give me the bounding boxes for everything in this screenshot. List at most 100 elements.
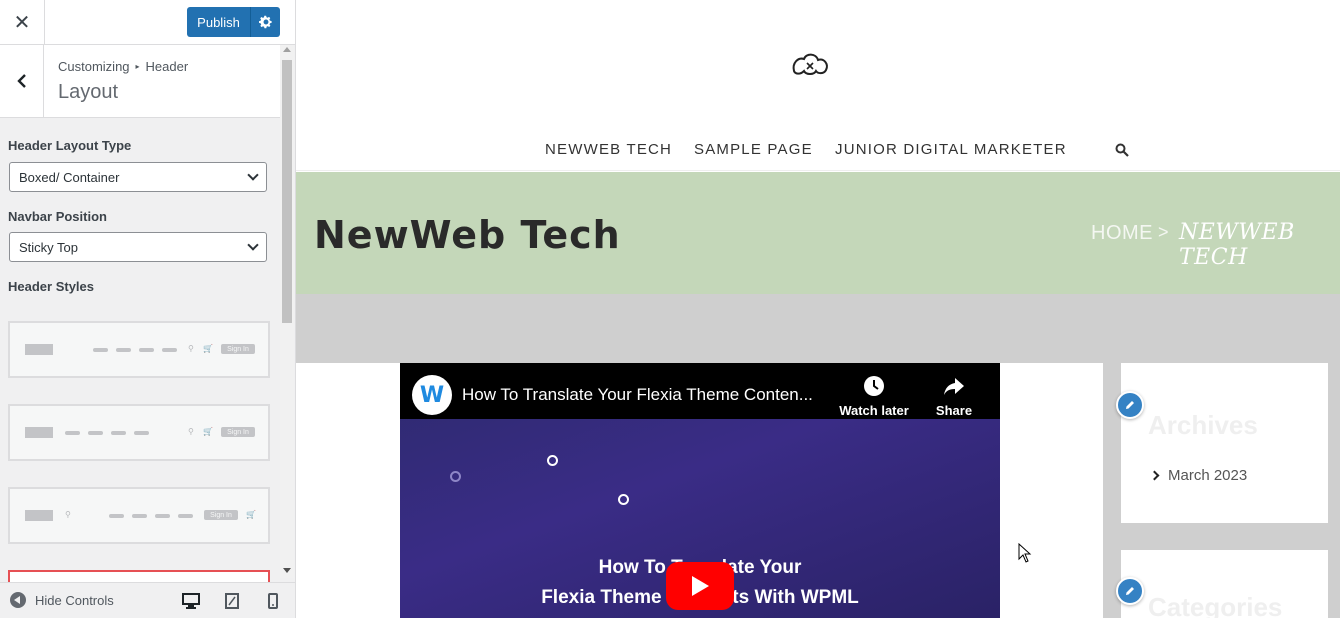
scroll-thumb[interactable] bbox=[282, 60, 292, 323]
share-button[interactable]: Share bbox=[914, 375, 994, 418]
edit-pencil-icon[interactable] bbox=[1116, 577, 1144, 605]
edit-pencil-icon[interactable] bbox=[1116, 391, 1144, 419]
hide-controls-label: Hide Controls bbox=[35, 592, 114, 608]
menu-placeholder bbox=[93, 348, 108, 352]
hide-controls-button[interactable]: Hide Controls bbox=[10, 592, 114, 608]
share-label: Share bbox=[935, 403, 973, 418]
scroll-up-arrow-icon[interactable] bbox=[283, 47, 291, 52]
header-styles-label: Header Styles bbox=[8, 279, 94, 294]
search-icon: ⚲ bbox=[65, 510, 71, 519]
menu-placeholder bbox=[88, 431, 103, 435]
logo-placeholder bbox=[25, 344, 53, 355]
menu-placeholder bbox=[178, 514, 193, 518]
page-title: NewWeb Tech bbox=[314, 213, 621, 257]
publish-settings-button[interactable] bbox=[250, 7, 280, 37]
menu-placeholder bbox=[109, 514, 124, 518]
page-title-band: NewWeb Tech HOME > NEWWEB TECH bbox=[296, 172, 1340, 294]
customizer-footer: Hide Controls bbox=[0, 582, 295, 618]
site-header: NEWWEB TECH SAMPLE PAGE JUNIOR DIGITAL M… bbox=[296, 0, 1340, 171]
sign-in-placeholder: Sign In bbox=[221, 344, 255, 354]
menu-placeholder bbox=[65, 431, 80, 435]
menu-placeholder bbox=[155, 514, 170, 518]
search-icon: ⚲ bbox=[188, 427, 194, 436]
chevron-right-icon bbox=[1149, 470, 1160, 481]
archive-item[interactable]: March 2023 bbox=[1149, 467, 1248, 484]
decorative-dot bbox=[450, 471, 461, 482]
nav-item-junior-digital-marketer[interactable]: JUNIOR DIGITAL MARKETER bbox=[835, 141, 1067, 158]
menu-placeholder bbox=[134, 431, 149, 435]
mobile-preview-icon[interactable] bbox=[268, 593, 278, 609]
watch-later-label: Watch later bbox=[839, 403, 909, 418]
customizer-sidebar: ✕ Publish Customizing ▸ Header Layout He… bbox=[0, 0, 296, 618]
play-button[interactable] bbox=[666, 562, 734, 610]
decorative-dot bbox=[547, 455, 558, 466]
search-icon[interactable] bbox=[1115, 143, 1129, 157]
section-header: Customizing ▸ Header Layout bbox=[0, 45, 280, 118]
menu-placeholder bbox=[132, 514, 147, 518]
site-preview: NEWWEB TECH SAMPLE PAGE JUNIOR DIGITAL M… bbox=[296, 0, 1340, 618]
content-area: W How To Translate Your Flexia Theme Con… bbox=[296, 294, 1340, 618]
navbar-position-select[interactable]: Sticky Top bbox=[9, 232, 267, 262]
sign-in-placeholder: Sign In bbox=[204, 510, 238, 520]
site-logo[interactable] bbox=[790, 49, 830, 77]
main-nav: NEWWEB TECH SAMPLE PAGE JUNIOR DIGITAL M… bbox=[296, 141, 1340, 159]
archive-item-label: March 2023 bbox=[1168, 467, 1248, 484]
close-customizer-button[interactable]: ✕ bbox=[0, 0, 45, 45]
video-top-bar: W How To Translate Your Flexia Theme Con… bbox=[400, 363, 1000, 419]
header-layout-type-label: Header Layout Type bbox=[8, 138, 132, 153]
watch-later-button[interactable]: Watch later bbox=[834, 375, 914, 418]
customizer-topbar: ✕ Publish bbox=[0, 0, 295, 45]
sign-in-placeholder: Sign In bbox=[221, 427, 255, 437]
desktop-preview-icon[interactable] bbox=[182, 593, 200, 609]
clock-icon bbox=[864, 376, 884, 396]
channel-avatar[interactable]: W bbox=[412, 375, 452, 415]
breadcrumb-separator-icon: ▸ bbox=[135, 62, 140, 71]
mouse-cursor-icon bbox=[1018, 543, 1032, 563]
logo-placeholder bbox=[25, 510, 53, 521]
cart-icon: 🛒 bbox=[203, 427, 213, 436]
sidebar-scrollbar[interactable] bbox=[280, 45, 294, 578]
breadcrumb: Customizing ▸ Header bbox=[58, 59, 188, 74]
chevron-left-icon bbox=[16, 74, 26, 88]
section-title: Layout bbox=[58, 81, 119, 103]
search-icon: ⚲ bbox=[188, 344, 194, 353]
video-title[interactable]: How To Translate Your Flexia Theme Conte… bbox=[462, 385, 813, 405]
publish-group: Publish bbox=[187, 7, 280, 37]
header-style-option-2[interactable]: ⚲ 🛒 Sign In bbox=[8, 404, 270, 461]
nav-item-newweb-tech[interactable]: NEWWEB TECH bbox=[545, 141, 672, 158]
share-icon bbox=[944, 378, 964, 395]
header-style-option-3[interactable]: ⚲ Sign In 🛒 bbox=[8, 487, 270, 544]
header-layout-type-select[interactable]: Boxed/ Container bbox=[9, 162, 267, 192]
chevron-down-icon bbox=[247, 169, 259, 181]
cart-icon: 🛒 bbox=[246, 510, 256, 519]
menu-placeholder bbox=[139, 348, 154, 352]
menu-placeholder bbox=[116, 348, 131, 352]
breadcrumb-current: NEWWEB TECH bbox=[1179, 220, 1295, 270]
menu-placeholder bbox=[111, 431, 126, 435]
breadcrumb-separator: > bbox=[1158, 222, 1169, 242]
navbar-position-label: Navbar Position bbox=[8, 209, 107, 224]
breadcrumb-parent: Header bbox=[145, 59, 189, 74]
archives-widget: Archives March 2023 bbox=[1121, 363, 1328, 523]
collapse-icon bbox=[10, 592, 26, 608]
decorative-dot bbox=[618, 494, 629, 505]
back-button[interactable] bbox=[0, 45, 44, 117]
breadcrumb-home-link[interactable]: HOME bbox=[1091, 222, 1153, 245]
breadcrumb-root: Customizing bbox=[58, 59, 130, 74]
gear-icon bbox=[258, 15, 272, 29]
youtube-embed[interactable]: W How To Translate Your Flexia Theme Con… bbox=[400, 363, 1000, 618]
tablet-preview-icon[interactable] bbox=[225, 593, 239, 609]
menu-placeholder bbox=[162, 348, 177, 352]
header-style-option-1[interactable]: ⚲ 🛒 Sign In bbox=[8, 321, 270, 378]
chevron-down-icon bbox=[247, 239, 259, 251]
publish-button[interactable]: Publish bbox=[187, 7, 250, 37]
categories-widget: Categories bbox=[1121, 550, 1328, 618]
navbar-position-value: Sticky Top bbox=[19, 239, 79, 255]
categories-title: Categories bbox=[1148, 592, 1283, 618]
archives-title: Archives bbox=[1148, 410, 1258, 440]
scroll-down-arrow-icon[interactable] bbox=[283, 568, 291, 573]
logo-placeholder bbox=[25, 427, 53, 438]
close-icon: ✕ bbox=[13, 12, 31, 34]
nav-item-sample-page[interactable]: SAMPLE PAGE bbox=[694, 141, 813, 158]
cart-icon: 🛒 bbox=[203, 344, 213, 353]
